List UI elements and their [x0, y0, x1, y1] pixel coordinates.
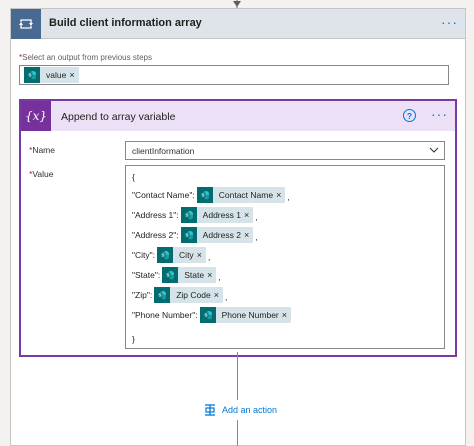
name-field-label: *Name	[29, 145, 55, 155]
chevron-down-icon[interactable]	[429, 145, 439, 155]
dynamic-content-token[interactable]: S Address 1 ×	[180, 207, 254, 223]
dynamic-content-token[interactable]: S Phone Number ×	[199, 307, 292, 323]
more-options-icon[interactable]: ···	[431, 107, 448, 121]
remove-token-icon[interactable]: ×	[207, 270, 216, 280]
apply-to-each-card: Build client information array ··· *Sele…	[10, 8, 466, 446]
dynamic-content-token[interactable]: S State ×	[162, 267, 217, 283]
token-label: Address 1	[202, 210, 241, 220]
loop-icon	[11, 9, 41, 39]
flow-canvas: Build client information array ··· *Sele…	[0, 0, 474, 446]
remove-token-icon[interactable]: ×	[214, 290, 223, 300]
add-action-label: Add an action	[222, 405, 278, 415]
help-icon[interactable]: ?	[403, 109, 416, 122]
dynamic-content-token[interactable]: S Address 2 ×	[180, 227, 254, 243]
token-label: State	[184, 270, 205, 280]
svg-text:S: S	[185, 213, 188, 218]
token-label: Phone Number	[221, 310, 279, 320]
sharepoint-icon: S	[154, 287, 171, 303]
select-output-label: *Select an output from previous steps	[19, 53, 152, 62]
append-to-array-header[interactable]: {x} Append to array variable ? ···	[21, 101, 455, 131]
svg-text:S: S	[162, 253, 165, 258]
json-key: "Phone Number":	[132, 310, 198, 320]
value-token[interactable]: S value ×	[24, 67, 79, 83]
remove-token-icon[interactable]: ×	[69, 70, 78, 80]
sharepoint-icon: S	[24, 67, 40, 83]
svg-text:S: S	[28, 73, 31, 78]
remove-token-icon[interactable]: ×	[276, 190, 285, 200]
json-comma: ,	[224, 292, 228, 302]
value-field-label: *Value	[29, 169, 53, 179]
json-comma: ,	[207, 252, 211, 262]
dynamic-content-token[interactable]: S Contact Name ×	[196, 187, 286, 203]
sharepoint-icon: S	[180, 207, 197, 223]
variable-icon: {x}	[21, 101, 51, 131]
json-comma: ,	[287, 192, 290, 202]
add-action-icon	[205, 404, 215, 416]
json-comma: ,	[255, 212, 258, 222]
token-label: Contact Name	[218, 190, 274, 200]
sharepoint-icon: S	[157, 247, 174, 263]
apply-to-each-title: Build client information array	[49, 17, 202, 29]
remove-token-icon[interactable]: ×	[244, 230, 253, 240]
svg-text:S: S	[159, 293, 162, 298]
dynamic-content-token[interactable]: S City ×	[157, 247, 206, 263]
name-dropdown-value: clientInformation	[132, 146, 195, 156]
svg-text:S: S	[201, 193, 204, 198]
add-action-button[interactable]: Add an action	[200, 400, 280, 420]
svg-text:S: S	[167, 273, 170, 278]
remove-token-icon[interactable]: ×	[197, 250, 206, 260]
token-label: Zip Code	[176, 290, 211, 300]
append-to-array-card: {x} Append to array variable ? ··· *Name…	[19, 99, 457, 357]
connector-arrow-icon	[233, 0, 241, 8]
name-dropdown[interactable]: clientInformation	[125, 141, 445, 160]
json-key: "Address 1":	[132, 210, 179, 220]
sharepoint-icon: S	[162, 267, 179, 283]
token-label: value	[46, 70, 67, 80]
json-key: "City":	[132, 250, 156, 260]
json-close-brace: }	[132, 334, 135, 344]
json-comma: ,	[255, 232, 258, 242]
value-input[interactable]: { "Contact Name": S Contact Name ×, "Address…	[125, 165, 445, 349]
token-label: City	[179, 250, 194, 260]
sharepoint-icon: S	[180, 227, 197, 243]
dynamic-content-token[interactable]: S Zip Code ×	[154, 287, 223, 303]
json-key: "Zip":	[132, 290, 153, 300]
select-output-label-text: Select an output from previous steps	[22, 53, 152, 62]
json-key: "Contact Name":	[132, 190, 195, 200]
sharepoint-icon: S	[196, 187, 213, 203]
connector-line	[237, 352, 238, 446]
select-output-input[interactable]: S value ×	[19, 65, 449, 85]
apply-to-each-header[interactable]: Build client information array ···	[11, 9, 465, 39]
token-label: Address 2	[202, 230, 241, 240]
value-label-text: Value	[32, 169, 54, 179]
name-label-text: Name	[32, 145, 55, 155]
json-key: "Address 2":	[132, 230, 179, 240]
sharepoint-icon: S	[199, 307, 216, 323]
json-comma: ,	[218, 272, 221, 282]
remove-token-icon[interactable]: ×	[282, 310, 291, 320]
svg-text:S: S	[204, 313, 207, 318]
append-to-array-title: Append to array variable	[61, 111, 176, 123]
more-options-icon[interactable]: ···	[441, 15, 458, 29]
remove-token-icon[interactable]: ×	[244, 210, 253, 220]
svg-text:S: S	[185, 233, 188, 238]
json-key: "State":	[132, 270, 161, 280]
json-open-brace: {	[132, 172, 135, 182]
